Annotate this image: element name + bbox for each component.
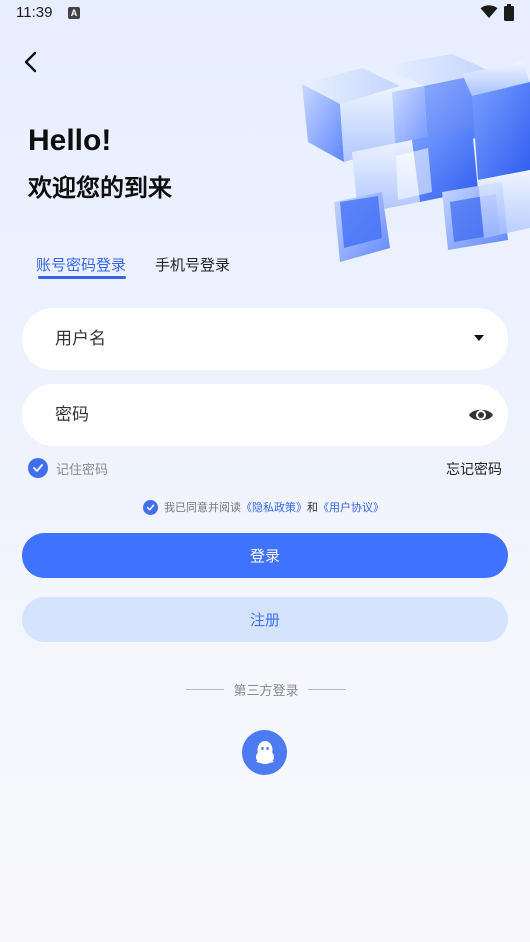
status-bar: 11:39 A bbox=[0, 0, 530, 28]
back-arrow-icon bbox=[24, 51, 37, 73]
tab-account-password-login[interactable]: 账号密码登录 bbox=[36, 254, 126, 275]
agreement-prefix: 我已同意并阅读 bbox=[164, 501, 241, 514]
username-field-container bbox=[22, 308, 508, 370]
battery-icon bbox=[504, 4, 514, 21]
tab-phone-login[interactable]: 手机号登录 bbox=[155, 254, 230, 275]
eye-icon[interactable] bbox=[468, 403, 494, 427]
agreement-checkbox-icon[interactable] bbox=[143, 499, 158, 515]
username-input[interactable] bbox=[55, 308, 435, 370]
forgot-password-link[interactable]: 忘记密码 bbox=[446, 459, 502, 479]
third-party-divider: 第三方登录 bbox=[186, 681, 346, 699]
divider-right bbox=[307, 688, 346, 690]
register-button[interactable]: 注册 bbox=[22, 597, 508, 642]
password-field-container bbox=[22, 384, 508, 446]
remember-password-label: 记住密码 bbox=[56, 462, 109, 478]
agreement-and: 和 bbox=[307, 501, 318, 514]
divider-left bbox=[186, 688, 224, 690]
status-time: 11:39 bbox=[16, 4, 53, 21]
user-agreement-link[interactable]: 《用户协议》 bbox=[318, 499, 384, 515]
privacy-policy-link[interactable]: 《隐私政策》 bbox=[241, 499, 307, 515]
back-button[interactable] bbox=[18, 48, 46, 76]
hero-title: Hello! bbox=[28, 124, 112, 157]
wifi-icon bbox=[480, 5, 498, 18]
third-party-label: 第三方登录 bbox=[233, 683, 299, 699]
notification-a-icon: A bbox=[68, 7, 80, 19]
qq-login-button[interactable] bbox=[242, 730, 287, 775]
glass-cubes-illustration bbox=[302, 54, 530, 262]
agreement-row: 我已同意并阅读 《隐私政策》 和 《用户协议》 bbox=[143, 498, 384, 516]
qq-penguin-icon bbox=[255, 740, 274, 764]
checkbox-checked-icon bbox=[28, 458, 48, 478]
hero-subtitle: 欢迎您的到来 bbox=[28, 174, 172, 202]
login-button[interactable]: 登录 bbox=[22, 533, 508, 578]
password-input[interactable] bbox=[55, 384, 435, 446]
remember-password-checkbox[interactable]: 记住密码 bbox=[28, 458, 108, 478]
dropdown-arrow-icon[interactable] bbox=[474, 335, 484, 341]
active-tab-indicator bbox=[38, 276, 126, 279]
